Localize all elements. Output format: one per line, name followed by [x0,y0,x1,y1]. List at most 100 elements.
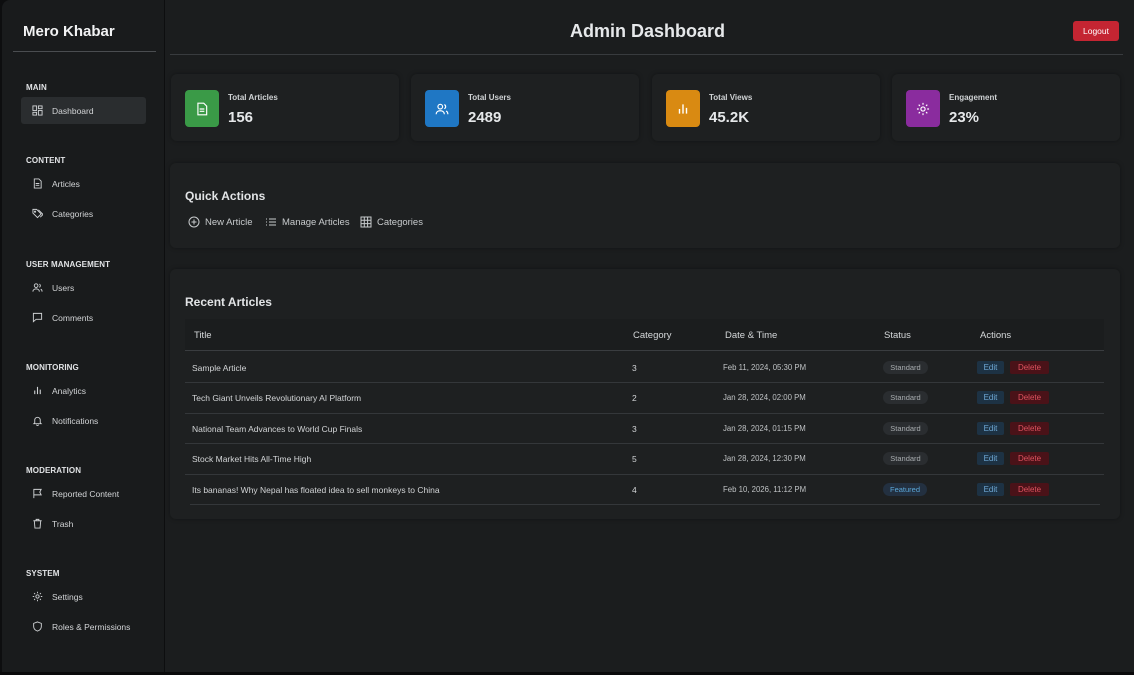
gear-icon [32,591,43,602]
delete-button[interactable]: Delete [1010,422,1049,435]
article-title[interactable]: National Team Advances to World Cup Fina… [192,424,362,434]
comment-icon [32,312,43,323]
stat-icon-box [185,90,219,127]
flag-icon [33,488,42,499]
section-monitoring: MONITORING [26,363,79,372]
sidebar-item-trash[interactable]: Trash [21,510,146,537]
users-icon [32,283,43,292]
sidebar-item-settings[interactable]: Settings [21,583,146,610]
edit-button[interactable]: Edit [977,391,1004,404]
edit-button[interactable]: Edit [977,361,1004,374]
sidebar: Mero Khabar MAIN Dashboard CONTENT Artic… [2,0,164,672]
file-icon [33,178,42,189]
delete-button[interactable]: Delete [1010,361,1049,374]
plus-circle-icon [188,216,200,228]
delete-button[interactable]: Delete [1010,391,1049,404]
row-divider [185,474,1104,475]
quick-action-label: New Article [205,216,253,228]
section-moderation: MODERATION [26,466,82,475]
stat-card-engagement: Engagement 23% [892,74,1120,141]
column-header-actions: Actions [980,330,1012,341]
sidebar-item-label: Roles & Permissions [52,621,131,632]
quick-actions-title: Quick Actions [185,189,266,203]
column-header-status[interactable]: Status [884,330,911,341]
stat-label: Total Users [468,93,511,102]
sidebar-item-label: Notifications [52,415,99,426]
sidebar-item-categories[interactable]: Categories [21,200,146,227]
section-content: CONTENT [26,156,66,165]
trash-icon [33,518,42,529]
stat-icon-box [425,90,459,127]
categories-button[interactable]: Categories [360,216,423,228]
delete-button[interactable]: Delete [1010,483,1049,496]
row-divider [185,443,1104,444]
article-title[interactable]: Sample Article [192,363,246,373]
status-badge: Standard [883,391,928,404]
sidebar-item-label: Reported Content [52,488,120,499]
delete-button[interactable]: Delete [1010,452,1049,465]
column-header-title[interactable]: Title [194,330,212,341]
stat-value: 2489 [468,109,502,126]
page-title: Admin Dashboard [570,21,726,41]
stat-label: Total Views [709,93,753,102]
article-date: Jan 28, 2024, 01:15 PM [723,424,806,433]
article-category: 3 [632,424,637,434]
logout-button[interactable]: Logout [1073,21,1119,41]
tags-icon [32,208,43,219]
bell-icon [32,416,43,426]
quick-actions-panel: Quick Actions [170,163,1120,248]
sidebar-item-label: Settings [52,591,83,602]
sidebar-item-dashboard[interactable]: Dashboard [21,97,146,124]
row-divider [190,504,1100,505]
status-badge: Standard [883,361,928,374]
header-divider [170,54,1123,55]
sidebar-item-articles[interactable]: Articles [21,170,146,197]
status-badge: Featured [883,483,927,496]
sidebar-item-users[interactable]: Users [21,274,146,301]
stat-value: 45.2K [709,109,750,126]
bar-chart-icon [678,103,688,114]
stat-card-total-users: Total Users 2489 [411,74,639,141]
article-date: Feb 11, 2024, 05:30 PM [723,363,807,372]
manage-articles-button[interactable]: Manage Articles [265,216,350,228]
shield-icon [33,621,42,632]
section-user-management: USER MANAGEMENT [26,260,111,269]
list-icon [266,218,276,226]
article-title[interactable]: Stock Market Hits All-Time High [192,454,311,464]
article-category: 3 [632,363,637,373]
article-category: 2 [632,393,637,403]
column-header-date[interactable]: Date & Time [725,330,777,341]
row-divider [185,382,1104,383]
stat-card-total-views: Total Views 45.2K [652,74,880,141]
recent-articles-title: Recent Articles [185,295,272,309]
sidebar-item-roles-permissions[interactable]: Roles & Permissions [21,613,146,640]
edit-button[interactable]: Edit [977,422,1004,435]
users-icon [435,103,449,114]
edit-button[interactable]: Edit [977,483,1004,496]
sidebar-item-reported-content[interactable]: Reported Content [21,480,146,507]
sidebar-item-label: Analytics [52,385,87,396]
sidebar-item-label: Categories [52,208,94,219]
sidebar-item-label: Users [52,282,75,293]
gear-icon [916,102,930,115]
edit-button[interactable]: Edit [977,452,1004,465]
article-title[interactable]: Its bananas! Why Nepal has floated idea … [192,485,440,495]
brand-logo[interactable]: Mero Khabar [23,23,115,40]
section-system: SYSTEM [26,569,60,578]
article-category: 5 [632,454,637,464]
sidebar-item-label: Trash [52,518,74,529]
sidebar-item-label: Dashboard [52,105,94,116]
dashboard-icon [32,105,43,116]
sidebar-item-notifications[interactable]: Notifications [21,407,146,434]
article-title[interactable]: Tech Giant Unveils Revolutionary AI Plat… [192,393,361,403]
sidebar-item-analytics[interactable]: Analytics [21,377,146,404]
article-date: Feb 10, 2026, 11:12 PM [723,485,807,494]
new-article-button[interactable]: New Article [188,216,253,228]
article-date: Jan 28, 2024, 02:00 PM [723,393,806,402]
column-header-category[interactable]: Category [633,330,672,341]
row-divider [185,413,1104,414]
quick-action-label: Manage Articles [282,216,350,228]
section-main: MAIN [26,83,47,92]
bar-chart-icon [34,386,41,395]
sidebar-item-comments[interactable]: Comments [21,304,146,331]
